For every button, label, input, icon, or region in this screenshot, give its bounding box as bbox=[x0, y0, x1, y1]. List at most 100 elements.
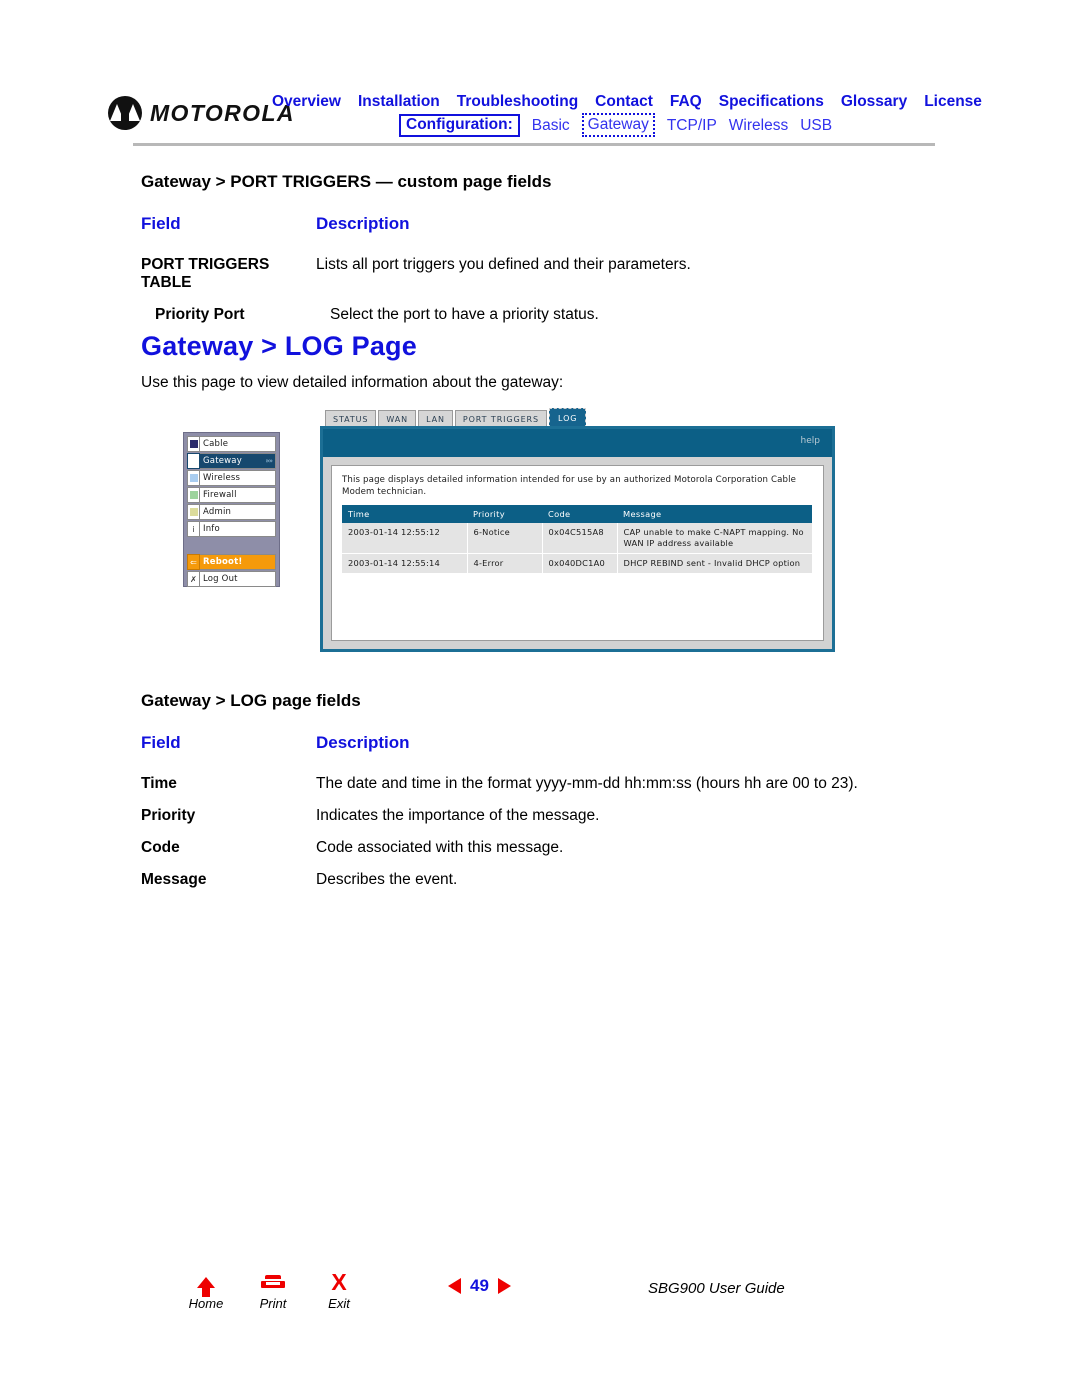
exit-label: Exit bbox=[328, 1296, 350, 1311]
subnav-link-tcpip[interactable]: TCP/IP bbox=[667, 116, 717, 135]
log-cell-priority: 4-Error bbox=[467, 553, 543, 574]
motorola-logo: MOTOROLA bbox=[108, 96, 295, 130]
tab-log[interactable]: LOG bbox=[549, 408, 587, 428]
table-row: Time The date and time in the format yyy… bbox=[141, 775, 941, 793]
port-triggers-field-table: Field Description PORT TRIGGERS TABLE Li… bbox=[141, 214, 941, 324]
table-row: Priority Indicates the importance of the… bbox=[141, 807, 941, 825]
home-icon bbox=[178, 1269, 234, 1297]
page-title: Gateway > LOG Page bbox=[141, 331, 417, 361]
side-nav-label: Info bbox=[203, 524, 220, 534]
router-side-nav: Cable Gateway»» Wireless Firewall Admin … bbox=[183, 432, 280, 587]
side-nav-label: Cable bbox=[203, 439, 229, 449]
column-header-description: Description bbox=[316, 733, 410, 752]
field-name: Time bbox=[141, 775, 177, 792]
nav-link-troubleshooting[interactable]: Troubleshooting bbox=[457, 92, 578, 111]
subnav-link-gateway[interactable]: Gateway bbox=[581, 113, 655, 137]
log-cell-time: 2003-01-14 12:55:14 bbox=[342, 553, 468, 574]
firewall-color-icon bbox=[187, 487, 200, 503]
nav-link-glossary[interactable]: Glossary bbox=[841, 92, 907, 111]
log-cell-priority: 6-Notice bbox=[467, 523, 543, 554]
table-header-row: Field Description bbox=[141, 214, 941, 234]
panel-titlebar: help bbox=[323, 429, 832, 457]
print-label: Print bbox=[259, 1296, 287, 1311]
table-row: Priority Port Select the port to have a … bbox=[141, 306, 941, 324]
previous-page-icon[interactable] bbox=[448, 1278, 461, 1294]
chevron-right-icon: »» bbox=[265, 457, 273, 465]
reboot-icon: ⇐ bbox=[187, 554, 200, 570]
log-cell-code: 0x040DC1A0 bbox=[542, 553, 618, 574]
router-ui-screenshot: Cable Gateway»» Wireless Firewall Admin … bbox=[180, 406, 840, 656]
log-col-message: Message bbox=[617, 505, 812, 523]
exit-button[interactable]: X Exit bbox=[311, 1269, 367, 1311]
router-panel: help This page displays detailed informa… bbox=[320, 426, 835, 652]
info-icon: i bbox=[187, 521, 200, 537]
log-cell-message: DHCP REBIND sent - Invalid DHCP option bbox=[617, 553, 812, 574]
page-header: MOTOROLA Overview Installation Troublesh… bbox=[0, 0, 1080, 152]
side-nav-item-reboot[interactable]: ⇐ Reboot! bbox=[187, 554, 276, 570]
field-description: Code associated with this message. bbox=[316, 839, 564, 856]
column-header-description: Description bbox=[316, 214, 410, 233]
help-link[interactable]: help bbox=[801, 436, 820, 446]
print-button[interactable]: Print bbox=[245, 1269, 301, 1311]
panel-description: This page displays detailed information … bbox=[342, 475, 797, 497]
field-description: Describes the event. bbox=[316, 871, 458, 888]
close-x-icon: X bbox=[331, 1268, 347, 1295]
side-nav-item-gateway[interactable]: Gateway »» bbox=[187, 453, 276, 469]
wireless-color-icon bbox=[187, 470, 200, 486]
log-fields-table: Field Description Time The date and time… bbox=[141, 733, 941, 889]
side-nav-label: Admin bbox=[203, 507, 232, 517]
field-name: Priority Port bbox=[155, 306, 245, 323]
nav-link-installation[interactable]: Installation bbox=[358, 92, 440, 111]
pagination: 49 bbox=[448, 1276, 511, 1296]
log-col-time: Time bbox=[342, 505, 467, 523]
log-cell-code: 0x04C515A8 bbox=[542, 523, 618, 554]
side-nav-item-cable[interactable]: Cable bbox=[187, 436, 276, 452]
router-tab-bar: STATUS WAN LAN PORT TRIGGERS LOG bbox=[325, 408, 587, 428]
log-table-row: 2003-01-14 12:55:12 6-Notice 0x04C515A8 … bbox=[342, 523, 812, 554]
side-nav-label: Reboot! bbox=[203, 557, 243, 567]
panel-body: This page displays detailed information … bbox=[331, 465, 824, 641]
side-nav-item-firewall[interactable]: Firewall bbox=[187, 487, 276, 503]
field-name: Message bbox=[141, 871, 207, 888]
gateway-color-icon bbox=[187, 453, 200, 469]
side-nav-item-wireless[interactable]: Wireless bbox=[187, 470, 276, 486]
table-row: Message Describes the event. bbox=[141, 871, 941, 889]
guide-title: SBG900 User Guide bbox=[648, 1280, 785, 1297]
printer-icon bbox=[245, 1269, 301, 1295]
side-nav-label: Log Out bbox=[203, 574, 238, 584]
log-col-priority: Priority bbox=[467, 505, 542, 523]
cable-color-icon bbox=[187, 436, 200, 452]
nav-link-license[interactable]: License bbox=[924, 92, 982, 111]
side-nav-label: Gateway bbox=[203, 456, 242, 466]
port-triggers-heading: Gateway > PORT TRIGGERS — custom page fi… bbox=[141, 172, 552, 191]
log-table-header-row: Time Priority Code Message bbox=[342, 505, 812, 523]
log-table: Time Priority Code Message 2003-01-14 12… bbox=[342, 505, 812, 574]
motorola-m-icon bbox=[108, 96, 142, 130]
log-col-code: Code bbox=[542, 505, 617, 523]
side-nav-item-logout[interactable]: ✗ Log Out bbox=[187, 571, 276, 587]
log-fields-heading: Gateway > LOG page fields bbox=[141, 691, 361, 710]
log-cell-time: 2003-01-14 12:55:12 bbox=[342, 523, 468, 554]
log-cell-message: CAP unable to make C-NAPT mapping. No WA… bbox=[617, 523, 812, 554]
header-divider bbox=[133, 143, 935, 146]
page-footer: Home Print X Exit 49 SBG900 User Guide bbox=[0, 1268, 1080, 1328]
side-nav-item-info[interactable]: i Info bbox=[187, 521, 276, 537]
nav-link-overview[interactable]: Overview bbox=[272, 92, 341, 111]
admin-color-icon bbox=[187, 504, 200, 520]
page-intro-text: Use this page to view detailed informati… bbox=[141, 374, 564, 391]
home-button[interactable]: Home bbox=[178, 1269, 234, 1311]
table-header-row: Field Description bbox=[141, 733, 941, 753]
nav-link-specifications[interactable]: Specifications bbox=[719, 92, 824, 111]
table-row: PORT TRIGGERS TABLE Lists all port trigg… bbox=[141, 256, 941, 292]
subnav-link-wireless[interactable]: Wireless bbox=[729, 116, 788, 135]
nav-link-faq[interactable]: FAQ bbox=[670, 92, 702, 111]
home-label: Home bbox=[188, 1296, 224, 1311]
nav-link-contact[interactable]: Contact bbox=[595, 92, 653, 111]
subnav-link-usb[interactable]: USB bbox=[800, 116, 832, 135]
side-nav-item-admin[interactable]: Admin bbox=[187, 504, 276, 520]
field-name: Priority bbox=[141, 807, 196, 824]
field-description: Select the port to have a priority statu… bbox=[330, 306, 599, 323]
subnav-link-basic[interactable]: Basic bbox=[532, 116, 570, 135]
column-header-field: Field bbox=[141, 214, 181, 233]
next-page-icon[interactable] bbox=[497, 1278, 511, 1294]
